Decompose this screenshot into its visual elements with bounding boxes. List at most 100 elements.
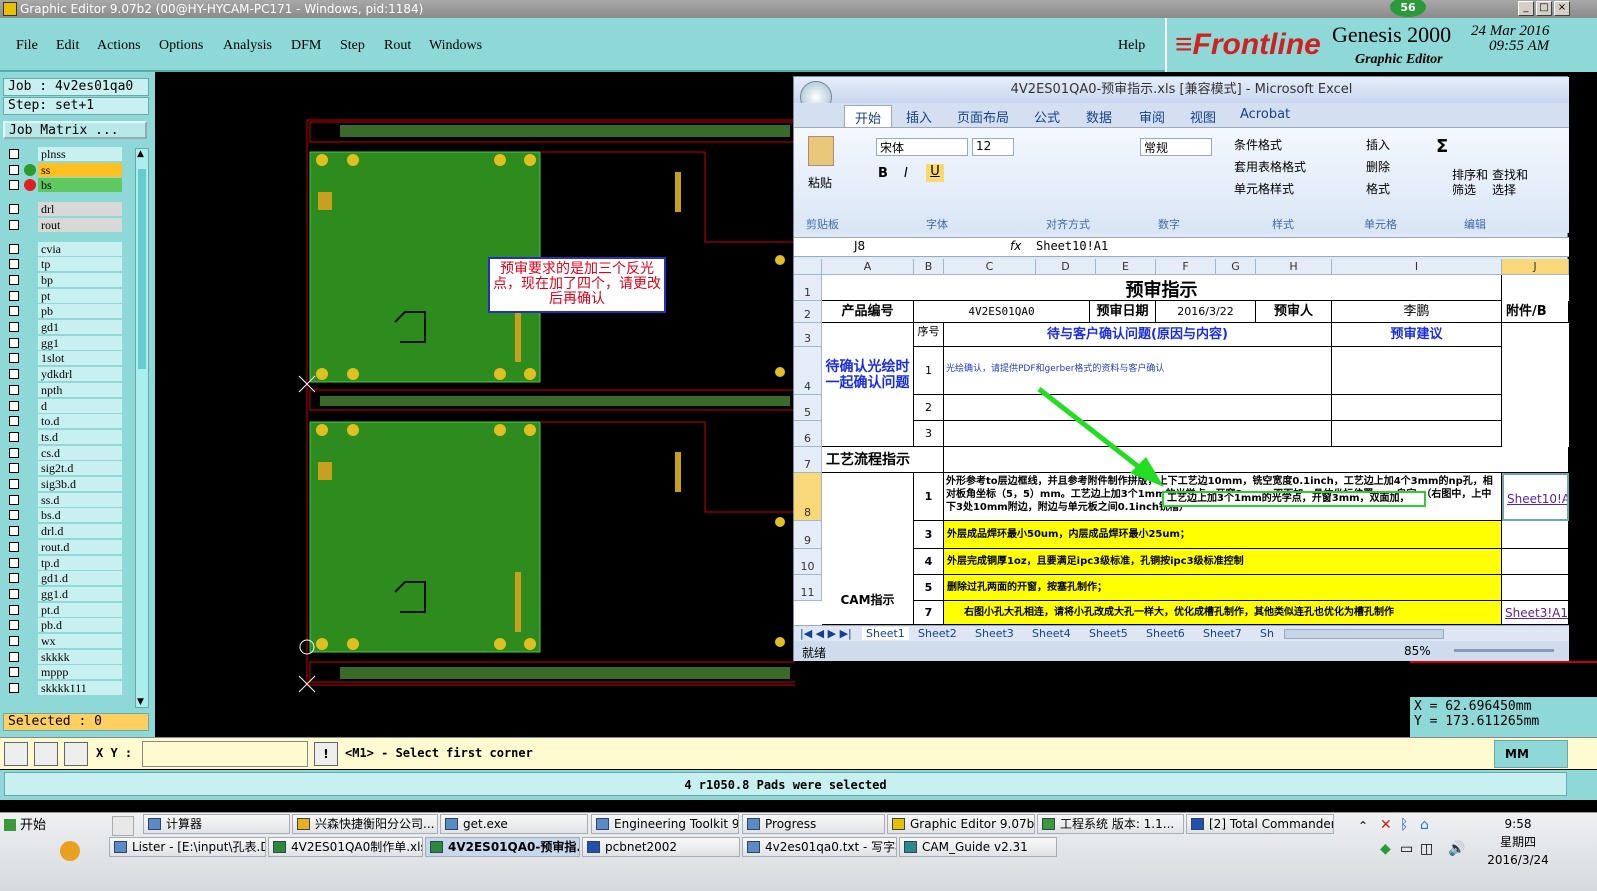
horizontal-scrollbar[interactable]: [1284, 629, 1444, 639]
menu-edit[interactable]: Edit: [56, 38, 79, 54]
delete-cells-button[interactable]: 删除: [1366, 158, 1390, 175]
underline-button[interactable]: U: [926, 164, 944, 182]
layer-row[interactable]: tp: [6, 257, 122, 272]
network-icon[interactable]: ◫: [1420, 841, 1433, 857]
sheet-tab[interactable]: Sheet7: [1203, 627, 1242, 640]
layer-checkbox[interactable]: [9, 667, 19, 678]
layer-name[interactable]: cvia: [38, 241, 122, 256]
layer-name[interactable]: gg1.d: [38, 586, 122, 601]
tab-home[interactable]: 开始: [844, 105, 893, 129]
taskbar-item[interactable]: 计算器: [143, 814, 290, 834]
taskbar-item[interactable]: Lister - [E:\input\孔表.D...: [109, 837, 266, 857]
layer-name[interactable]: skkkk: [38, 649, 122, 664]
bold-button[interactable]: B: [878, 166, 888, 181]
function-icon[interactable]: fx: [1010, 239, 1021, 253]
layer-row[interactable]: cs.d: [6, 445, 122, 460]
layer-checkbox[interactable]: [9, 604, 19, 615]
scroll-up-icon[interactable]: ▲: [137, 149, 147, 159]
layer-row[interactable]: pt.d: [6, 602, 122, 617]
menu-dfm[interactable]: DFM: [291, 38, 321, 54]
menu-actions[interactable]: Actions: [97, 38, 141, 54]
table-format-button[interactable]: 套用表格格式: [1234, 158, 1306, 175]
zoom-slider[interactable]: [1454, 649, 1554, 652]
tab-formulas[interactable]: 公式: [1034, 107, 1060, 126]
layer-row[interactable]: gg1: [6, 335, 122, 350]
menu-file[interactable]: File: [16, 38, 38, 54]
layer-checkbox[interactable]: [9, 463, 19, 474]
paste-icon[interactable]: [808, 136, 834, 166]
font-size-select[interactable]: 12: [972, 138, 1014, 156]
info-icon[interactable]: !: [314, 742, 338, 766]
layer-name[interactable]: plnss: [38, 147, 122, 161]
formula-input[interactable]: Sheet10!A1: [1036, 239, 1108, 253]
layer-checkbox[interactable]: [9, 588, 19, 599]
tab-acrobat[interactable]: Acrobat: [1240, 107, 1290, 122]
font-name-select[interactable]: 宋体: [876, 138, 968, 156]
layer-name[interactable]: npth: [38, 382, 122, 397]
taskbar-item[interactable]: 兴森快捷衡阳分公司...: [292, 814, 438, 834]
windows-orb-icon[interactable]: [60, 841, 80, 861]
layer-checkbox[interactable]: [9, 204, 19, 215]
layer-checkbox[interactable]: [9, 164, 19, 175]
autosum-icon[interactable]: Σ: [1436, 136, 1448, 157]
layer-name[interactable]: ss.d: [38, 492, 122, 507]
name-box[interactable]: J8: [798, 239, 946, 255]
layer-checkbox[interactable]: [9, 651, 19, 662]
layer-name[interactable]: wx: [38, 634, 122, 648]
layer-row[interactable]: mppp: [6, 665, 122, 680]
xy-input[interactable]: [142, 741, 308, 767]
layer-name[interactable]: ts.d: [38, 429, 122, 444]
layer-row[interactable]: skkkk111: [6, 681, 122, 696]
layer-row[interactable]: ydkdrl: [6, 367, 122, 382]
sheet-tab[interactable]: Sheet3: [975, 627, 1014, 640]
sheet-tab[interactable]: Sheet1: [862, 627, 909, 640]
layer-name[interactable]: ydkdrl: [38, 367, 122, 382]
menu-analysis[interactable]: Analysis: [223, 38, 272, 54]
insert-cells-button[interactable]: 插入: [1366, 136, 1390, 153]
layer-name[interactable]: mppp: [38, 665, 122, 680]
taskbar-item[interactable]: get.exe: [440, 814, 588, 834]
layer-checkbox[interactable]: [9, 636, 19, 646]
layer-name[interactable]: gd1: [38, 320, 122, 334]
layer-checkbox[interactable]: [9, 620, 19, 631]
layer-row[interactable]: plnss: [6, 147, 122, 161]
layer-name[interactable]: drl.d: [38, 524, 122, 539]
conditional-format-button[interactable]: 条件格式: [1234, 136, 1282, 153]
layer-row[interactable]: gd1: [6, 320, 122, 334]
layer-checkbox[interactable]: [9, 180, 19, 191]
layer-name[interactable]: sig2t.d: [38, 461, 122, 476]
layer-checkbox[interactable]: [9, 510, 19, 521]
minimize-button[interactable]: _: [1518, 1, 1534, 16]
layer-row[interactable]: wx: [6, 634, 122, 648]
layer-name[interactable]: bs.d: [38, 508, 122, 523]
menu-windows[interactable]: Windows: [429, 38, 482, 54]
find-select-button[interactable]: 查找和选择: [1492, 168, 1530, 198]
sheet-tab[interactable]: Sheet5: [1089, 627, 1128, 640]
taskbar-item[interactable]: 4v2es01qa0.txt - 写字板: [742, 837, 897, 857]
tab-insert[interactable]: 插入: [906, 107, 932, 126]
tray-up-icon[interactable]: ⌃: [1358, 819, 1368, 833]
sheet-nav-icon[interactable]: |◀ ◀ ▶ ▶|: [800, 627, 852, 640]
layer-row[interactable]: rout.d: [6, 539, 122, 554]
layer-checkbox[interactable]: [9, 243, 19, 254]
layer-row[interactable]: sig3b.d: [6, 477, 122, 491]
layer-checkbox[interactable]: [9, 306, 19, 317]
layer-row[interactable]: gg1.d: [6, 586, 122, 601]
layer-checkbox[interactable]: [9, 557, 19, 568]
menu-help[interactable]: Help: [1118, 38, 1145, 54]
tab-page-layout[interactable]: 页面布局: [957, 107, 1009, 126]
menu-options[interactable]: Options: [159, 38, 203, 54]
graphic-canvas[interactable]: [155, 72, 803, 737]
close-button[interactable]: ×: [1554, 1, 1570, 16]
layer-checkbox[interactable]: [9, 431, 19, 442]
sheet-tab[interactable]: Sheet2: [918, 627, 957, 640]
layer-name[interactable]: drl: [38, 202, 122, 217]
taskbar-item[interactable]: 4V2ES01QA0制作单.xls ...: [268, 837, 423, 857]
layer-row[interactable]: ts.d: [6, 429, 122, 444]
layer-checkbox[interactable]: [9, 447, 19, 458]
menu-rout[interactable]: Rout: [384, 38, 411, 54]
layer-name[interactable]: skkkk111: [38, 681, 122, 696]
layer-row[interactable]: cvia: [6, 241, 122, 256]
bluetooth-icon[interactable]: ᛒ: [1400, 817, 1408, 833]
layer-name[interactable]: cs.d: [38, 445, 122, 460]
